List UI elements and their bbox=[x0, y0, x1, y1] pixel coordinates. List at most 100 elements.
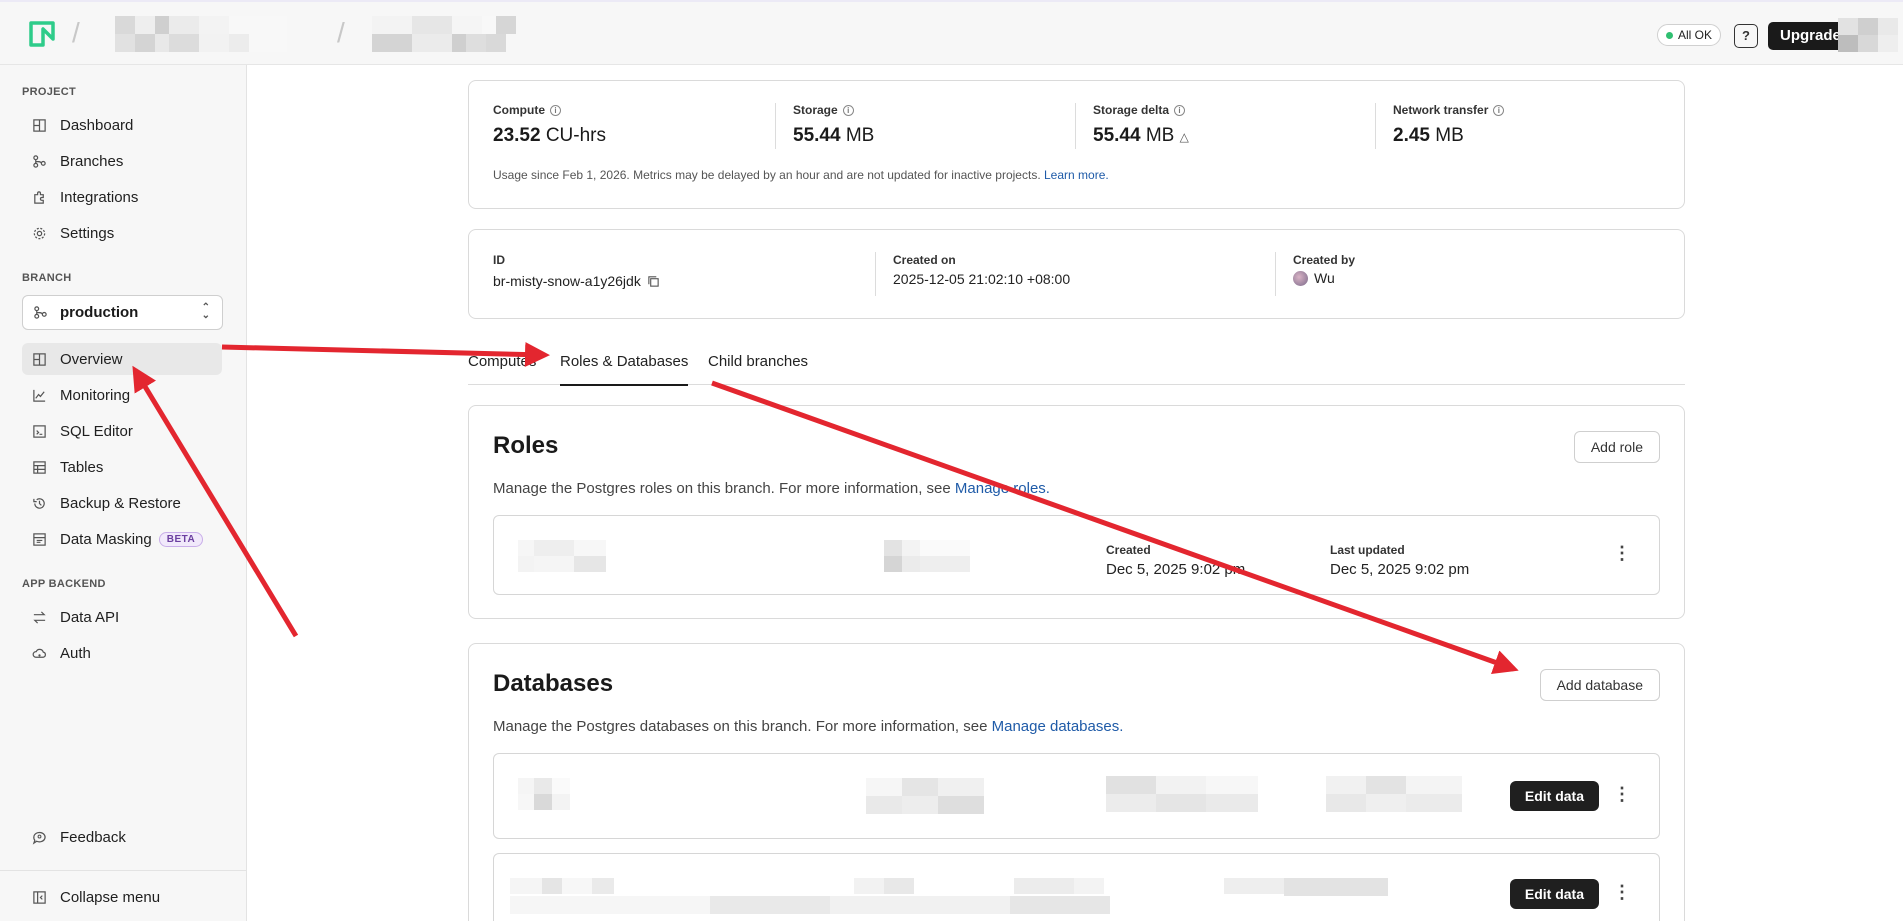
sidebar-item-branches[interactable]: Branches bbox=[22, 145, 222, 177]
neon-logo-icon[interactable] bbox=[28, 20, 56, 48]
info-icon[interactable]: i bbox=[1174, 104, 1186, 116]
breadcrumb-project-redacted[interactable] bbox=[372, 16, 524, 52]
sidebar-item-settings[interactable]: Settings bbox=[22, 217, 222, 249]
manage-roles-link[interactable]: Manage roles. bbox=[955, 480, 1050, 497]
sidebar-item-integrations[interactable]: Integrations bbox=[22, 181, 222, 213]
sidebar-item-label: Backup & Restore bbox=[60, 494, 181, 512]
chevron-up-down-icon: ⌃ ⌄ bbox=[201, 302, 210, 321]
role-name-redacted bbox=[518, 540, 606, 572]
sidebar-item-label: Overview bbox=[60, 350, 123, 368]
info-icon[interactable]: i bbox=[550, 104, 561, 116]
usage-card: Compute i 23.52 CU-hrs Storage i 55.44 MB … bbox=[468, 80, 1685, 209]
user-avatar[interactable] bbox=[1838, 18, 1898, 52]
help-icon[interactable]: ? bbox=[1734, 24, 1758, 48]
status-label: All OK bbox=[1678, 28, 1713, 42]
edit-data-button[interactable]: Edit data bbox=[1509, 781, 1599, 811]
branch-id: br-misty-snow-a1y26jdk bbox=[493, 273, 641, 289]
copy-icon[interactable] bbox=[647, 275, 660, 288]
collapse-menu-button[interactable]: Collapse menu bbox=[22, 881, 222, 913]
tab-roles-databases[interactable]: Roles & Databases bbox=[560, 353, 689, 386]
divider bbox=[1075, 103, 1076, 149]
metric-value: 55.44 bbox=[1093, 125, 1141, 146]
sidebar-divider bbox=[0, 870, 246, 871]
usage-note: Usage since Feb 1, 2026. Metrics may be … bbox=[493, 168, 1109, 182]
created-by-value: Wu bbox=[1293, 270, 1335, 286]
metric-storage-delta: Storage delta i 55.44 MB △ bbox=[1093, 103, 1189, 147]
sidebar-item-overview[interactable]: Overview bbox=[22, 343, 222, 375]
sidebar-item-data-masking[interactable]: Data Masking BETA bbox=[22, 523, 222, 555]
branch-info-card: ID br-misty-snow-a1y26jdk Created on 202… bbox=[468, 229, 1685, 319]
sidebar-collapse-icon bbox=[31, 889, 47, 905]
more-vertical-icon[interactable]: ⋮ bbox=[1613, 785, 1631, 805]
more-vertical-icon[interactable]: ⋮ bbox=[1613, 544, 1631, 564]
status-badge[interactable]: All OK bbox=[1657, 24, 1722, 46]
edit-data-button[interactable]: Edit data bbox=[1509, 879, 1599, 909]
created-by-label: Created by bbox=[1293, 253, 1356, 267]
role-row[interactable]: Created Dec 5, 2025 9:02 pm Last updated… bbox=[493, 515, 1660, 595]
feedback-label: Feedback bbox=[60, 828, 126, 846]
metric-network-transfer: Network transfer i 2.45 MB bbox=[1393, 103, 1505, 147]
sidebar-item-label: SQL Editor bbox=[60, 422, 133, 440]
roles-description: Manage the Postgres roles on this branch… bbox=[493, 480, 1050, 497]
created-on-value: 2025-12-05 21:02:10 +08:00 bbox=[893, 271, 1071, 287]
beta-badge: BETA bbox=[158, 531, 204, 547]
section-title-branch: BRANCH bbox=[22, 272, 72, 284]
sidebar-item-dashboard[interactable]: Dashboard bbox=[22, 109, 222, 141]
database-row[interactable]: Edit data ⋮ bbox=[493, 753, 1660, 839]
mask-icon bbox=[31, 531, 47, 547]
branch-icon bbox=[31, 153, 47, 169]
metric-value: 23.52 bbox=[493, 125, 541, 146]
sidebar-item-backup-restore[interactable]: Backup & Restore bbox=[22, 487, 222, 519]
info-icon[interactable]: i bbox=[842, 104, 854, 116]
tab-child-branches[interactable]: Child branches bbox=[708, 353, 808, 384]
sidebar-item-label: Data Masking bbox=[60, 530, 152, 548]
database-row[interactable]: Edit data ⋮ bbox=[493, 853, 1660, 921]
dashboard-icon bbox=[31, 117, 47, 133]
puzzle-icon bbox=[31, 189, 47, 205]
section-title-project: PROJECT bbox=[22, 86, 77, 98]
sidebar-item-tables[interactable]: Tables bbox=[22, 451, 222, 483]
add-role-button[interactable]: Add role bbox=[1573, 431, 1660, 463]
metric-value: 2.45 bbox=[1393, 125, 1430, 146]
sidebar-item-data-api[interactable]: Data API bbox=[22, 601, 222, 633]
add-database-button[interactable]: Add database bbox=[1539, 669, 1660, 701]
breadcrumb-separator: / bbox=[72, 17, 80, 48]
role-owner-redacted bbox=[884, 540, 970, 572]
branch-selector[interactable]: production ⌃ ⌄ bbox=[22, 295, 223, 330]
sidebar-item-label: Tables bbox=[60, 458, 104, 476]
metric-label: Storage delta bbox=[1093, 103, 1170, 117]
manage-databases-link[interactable]: Manage databases. bbox=[992, 718, 1124, 735]
gear-icon bbox=[31, 225, 47, 241]
database-updated-redacted bbox=[1326, 776, 1462, 812]
sidebar-item-sql-editor[interactable]: SQL Editor bbox=[22, 415, 222, 447]
divider bbox=[1375, 103, 1376, 149]
branch-selector-value: production bbox=[60, 304, 139, 321]
metric-compute: Compute i 23.52 CU-hrs bbox=[493, 103, 606, 147]
feedback-button[interactable]: Feedback bbox=[22, 821, 222, 853]
metric-unit: MB bbox=[1145, 125, 1175, 146]
chart-line-icon bbox=[31, 387, 47, 403]
overview-icon bbox=[31, 351, 47, 367]
tab-computes[interactable]: Computes bbox=[468, 353, 536, 384]
sidebar-item-label: Dashboard bbox=[60, 116, 134, 134]
divider bbox=[875, 252, 876, 296]
metric-value: 55.44 bbox=[793, 125, 841, 146]
breadcrumb-org-redacted[interactable] bbox=[115, 16, 287, 52]
databases-description-text: Manage the Postgres databases on this br… bbox=[493, 718, 988, 735]
sidebar-item-monitoring[interactable]: Monitoring bbox=[22, 379, 222, 411]
usage-note-text: Usage since Feb 1, 2026. Metrics may be … bbox=[493, 168, 1041, 182]
sidebar-item-auth[interactable]: Auth bbox=[22, 637, 222, 669]
learn-more-link[interactable]: Learn more. bbox=[1044, 168, 1109, 182]
breadcrumb-separator: / bbox=[337, 17, 345, 48]
sidebar-item-label: Settings bbox=[60, 224, 115, 242]
top-bar: / / All OK ? Upgrade bbox=[0, 0, 1903, 65]
sidebar-item-label: Integrations bbox=[60, 188, 139, 206]
roles-description-text: Manage the Postgres roles on this branch… bbox=[493, 480, 951, 497]
creator-avatar bbox=[1293, 270, 1308, 286]
table-icon bbox=[31, 459, 47, 475]
divider bbox=[775, 103, 776, 149]
metric-label: Storage bbox=[793, 103, 838, 117]
more-vertical-icon[interactable]: ⋮ bbox=[1613, 883, 1631, 903]
info-icon[interactable]: i bbox=[1493, 104, 1505, 116]
delta-triangle-icon: △ bbox=[1179, 130, 1189, 144]
